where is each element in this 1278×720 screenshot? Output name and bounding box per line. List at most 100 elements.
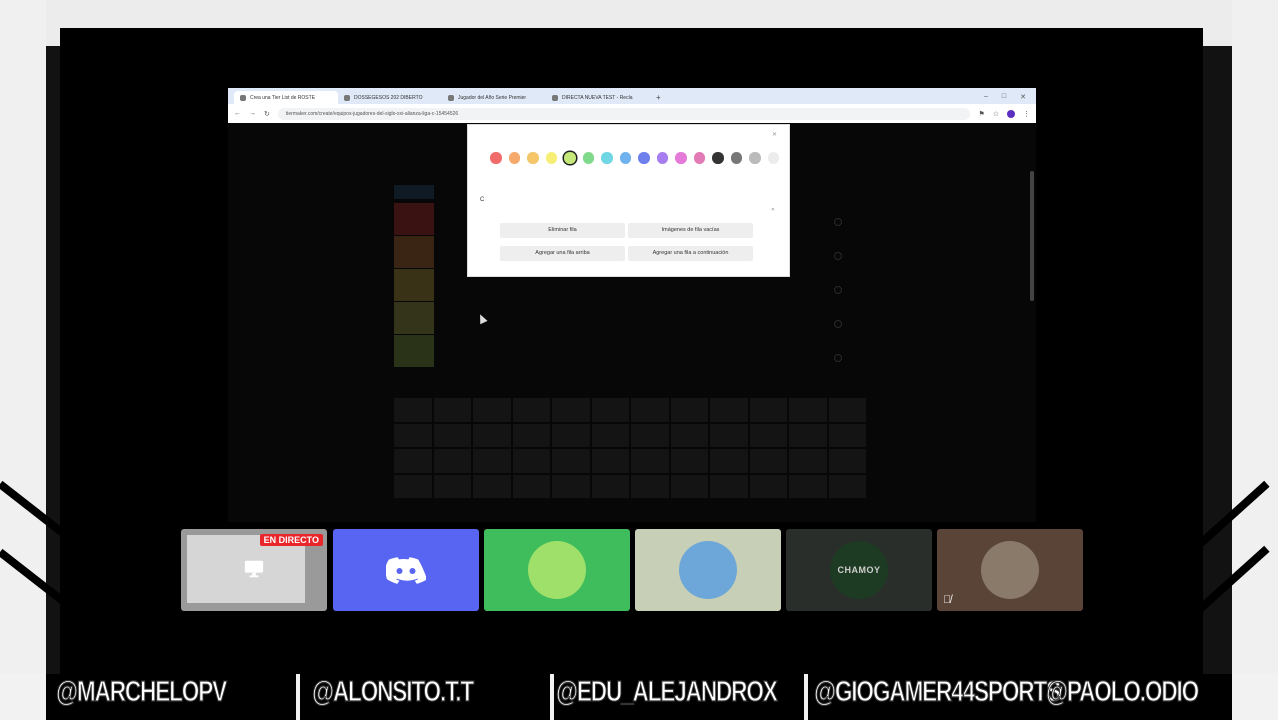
user-tile[interactable]: CHAMOY	[786, 529, 932, 611]
user-tile[interactable]	[635, 529, 781, 611]
pool-image[interactable]	[394, 423, 432, 447]
browser-tab-0[interactable]: Crea una Tier List de ROSTE	[234, 91, 338, 104]
color-swatch[interactable]	[638, 152, 650, 164]
tier-row-label[interactable]	[394, 302, 434, 334]
close-icon[interactable]: ✕	[1020, 93, 1026, 101]
bookmark-star-icon[interactable]: ☆	[993, 110, 999, 118]
minimize-icon[interactable]: –	[984, 93, 988, 101]
add-row-above-button[interactable]: Agregar una fila arriba	[500, 246, 625, 261]
pool-image[interactable]	[828, 398, 866, 422]
pool-image[interactable]	[789, 398, 827, 422]
pool-image[interactable]	[631, 423, 669, 447]
pool-image[interactable]	[473, 423, 511, 447]
color-swatch[interactable]	[693, 152, 705, 164]
color-swatch[interactable]	[601, 152, 613, 164]
pool-image[interactable]	[433, 398, 471, 422]
color-swatch[interactable]	[767, 152, 779, 164]
row-settings-icon[interactable]	[834, 218, 842, 226]
color-swatch[interactable]	[675, 152, 687, 164]
close-icon[interactable]: ✕	[772, 131, 777, 138]
pool-image[interactable]	[710, 449, 748, 473]
scrollbar[interactable]	[1030, 171, 1034, 301]
pool-image[interactable]	[631, 474, 669, 498]
color-swatch[interactable]	[490, 152, 502, 164]
color-swatch[interactable]	[545, 152, 557, 164]
row-settings-icon[interactable]	[834, 354, 842, 362]
color-swatch[interactable]	[749, 152, 761, 164]
pool-image[interactable]	[749, 474, 787, 498]
clear-input-icon[interactable]: ✕	[771, 207, 775, 213]
tier-row-label[interactable]	[394, 335, 434, 367]
user-tile[interactable]	[484, 529, 630, 611]
pool-image[interactable]	[552, 398, 590, 422]
tier-row-label[interactable]	[394, 203, 434, 235]
color-swatch[interactable]	[527, 152, 539, 164]
pool-image[interactable]	[631, 398, 669, 422]
color-swatch[interactable]	[712, 152, 724, 164]
pool-image[interactable]	[670, 449, 708, 473]
pool-image[interactable]	[591, 449, 629, 473]
pool-image[interactable]	[670, 398, 708, 422]
color-swatch[interactable]	[619, 152, 631, 164]
pool-image[interactable]	[512, 449, 550, 473]
new-tab-icon[interactable]: +	[650, 93, 667, 104]
pool-image[interactable]	[394, 474, 432, 498]
pool-image[interactable]	[433, 449, 471, 473]
user-tile[interactable]: 🎙̸	[937, 529, 1083, 611]
color-swatch[interactable]	[656, 152, 668, 164]
pool-image[interactable]	[749, 398, 787, 422]
pool-image[interactable]	[552, 423, 590, 447]
pool-image[interactable]	[710, 423, 748, 447]
delete-row-button[interactable]: Eliminar fila	[500, 223, 625, 238]
pool-image[interactable]	[828, 423, 866, 447]
color-swatch[interactable]	[508, 152, 520, 164]
clear-row-images-button[interactable]: Imágenes de fila vacías	[628, 223, 753, 238]
pool-image[interactable]	[473, 449, 511, 473]
back-icon[interactable]: ←	[234, 110, 241, 117]
pool-image[interactable]	[828, 474, 866, 498]
screen-share-tile[interactable]: EN DIRECTO	[181, 529, 327, 611]
forward-icon[interactable]: →	[249, 110, 256, 117]
pool-image[interactable]	[433, 423, 471, 447]
reload-icon[interactable]: ↻	[264, 110, 270, 118]
row-settings-icon[interactable]	[834, 286, 842, 294]
pool-image[interactable]	[512, 398, 550, 422]
pool-image[interactable]	[631, 449, 669, 473]
pool-image[interactable]	[552, 474, 590, 498]
translate-icon[interactable]: ⚑	[978, 110, 984, 118]
row-settings-icon[interactable]	[834, 252, 842, 260]
pool-image[interactable]	[710, 474, 748, 498]
pool-image[interactable]	[828, 449, 866, 473]
profile-avatar[interactable]	[1007, 109, 1015, 118]
pool-image[interactable]	[473, 474, 511, 498]
pool-image[interactable]	[749, 449, 787, 473]
row-label-input[interactable]: C	[480, 197, 778, 203]
pool-image[interactable]	[512, 423, 550, 447]
color-swatch[interactable]	[730, 152, 742, 164]
browser-tab-2[interactable]: Jugador del Año Serie Premier	[442, 91, 546, 104]
pool-image[interactable]	[591, 474, 629, 498]
pool-image[interactable]	[591, 398, 629, 422]
pool-image[interactable]	[552, 449, 590, 473]
color-swatch[interactable]	[564, 152, 576, 164]
browser-tab-3[interactable]: DIRECTA NUEVA TEST - Recla	[546, 91, 650, 104]
pool-image[interactable]	[512, 474, 550, 498]
pool-image[interactable]	[789, 449, 827, 473]
pool-image[interactable]	[749, 423, 787, 447]
color-swatch[interactable]	[582, 152, 594, 164]
menu-kebab-icon[interactable]: ⋮	[1023, 110, 1030, 118]
pool-image[interactable]	[670, 474, 708, 498]
url-field[interactable]: tiermaker.com/create/equipos-jugadores-d…	[277, 107, 971, 120]
pool-image[interactable]	[473, 398, 511, 422]
browser-tab-1[interactable]: DOSSEGESOS 202 DIBERTO	[338, 91, 442, 104]
pool-image[interactable]	[789, 423, 827, 447]
pool-image[interactable]	[710, 398, 748, 422]
row-settings-icon[interactable]	[834, 320, 842, 328]
pool-image[interactable]	[433, 474, 471, 498]
tier-row-label[interactable]	[394, 269, 434, 301]
pool-image[interactable]	[670, 423, 708, 447]
pool-image[interactable]	[789, 474, 827, 498]
pool-image[interactable]	[394, 398, 432, 422]
maximize-icon[interactable]: □	[1002, 93, 1006, 101]
pool-image[interactable]	[591, 423, 629, 447]
